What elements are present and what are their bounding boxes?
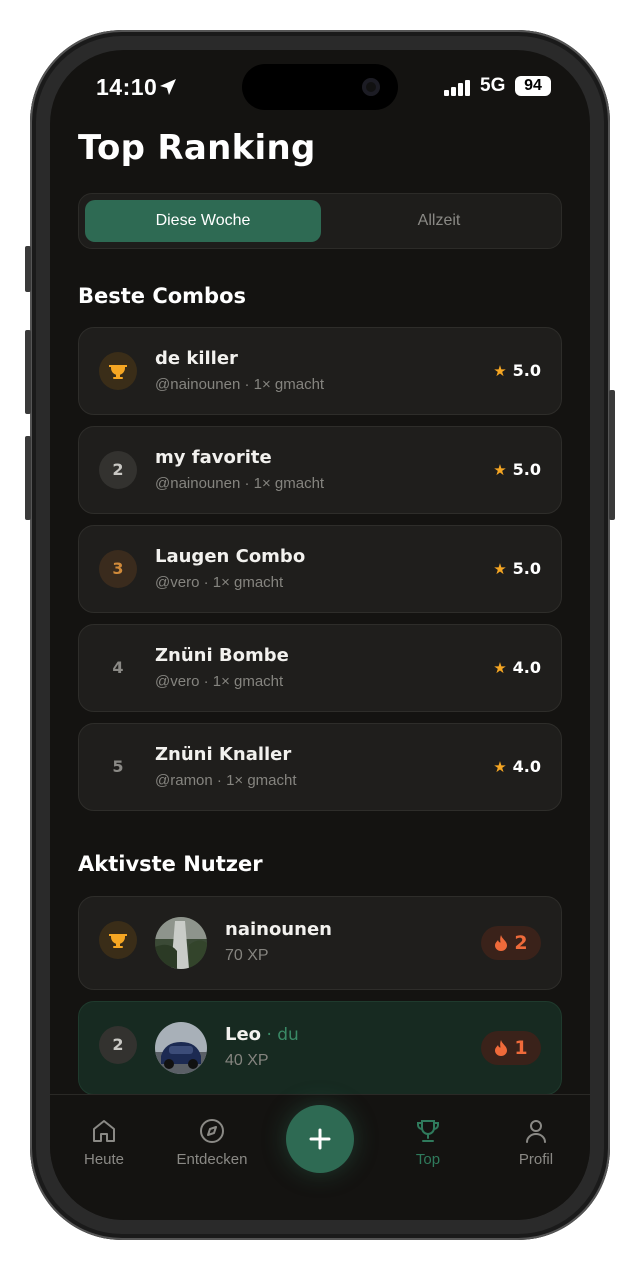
streak-badge: 1 — [481, 1031, 541, 1065]
tab-profil[interactable]: Profil — [491, 1117, 581, 1168]
flame-icon — [495, 1040, 508, 1056]
star-icon: ★ — [493, 758, 507, 776]
combo-name: Znüni Bombe — [155, 645, 289, 666]
trophy-icon — [417, 1120, 439, 1142]
period-segmented-control: Diese Woche Allzeit — [78, 193, 562, 249]
combo-meta: @vero · 1× gmacht — [155, 574, 284, 591]
star-icon: ★ — [493, 461, 507, 479]
compass-icon — [200, 1119, 224, 1143]
status-bar: 14:10 5G 94 — [50, 74, 590, 104]
avatar — [155, 1022, 207, 1074]
combo-meta: @nainounen · 1× gmacht — [155, 376, 325, 393]
combo-rating: ★ 4.0 — [493, 757, 541, 776]
combo-rating: ★ 5.0 — [493, 559, 541, 578]
combo-rating: ★ 4.0 — [493, 658, 541, 677]
power-button — [609, 390, 615, 520]
tab-entdecken[interactable]: Entdecken — [167, 1117, 257, 1168]
section-heading-combos: Beste Combos — [78, 284, 247, 308]
avatar — [155, 917, 207, 969]
rank-badge: 2 — [99, 1026, 137, 1064]
streak-badge: 2 — [481, 926, 541, 960]
add-combo-button[interactable] — [286, 1105, 354, 1173]
combo-meta: @ramon · 1× gmacht — [155, 772, 297, 789]
combo-card[interactable]: de killer @nainounen · 1× gmacht ★ 5.0 — [78, 327, 562, 415]
star-icon: ★ — [493, 362, 507, 380]
combo-meta: @vero · 1× gmacht — [155, 673, 284, 690]
tab-heute[interactable]: Heute — [59, 1117, 149, 1168]
flame-icon — [495, 935, 508, 951]
user-xp: 40 XP — [225, 1052, 269, 1069]
user-icon — [526, 1120, 546, 1143]
segment-all-time[interactable]: Allzeit — [321, 200, 557, 242]
segment-this-week[interactable]: Diese Woche — [85, 200, 321, 242]
user-card[interactable]: nainounen 70 XP 2 — [78, 896, 562, 990]
combo-meta: @nainounen · 1× gmacht — [155, 475, 325, 492]
battery-indicator: 94 — [515, 76, 551, 96]
star-icon: ★ — [493, 560, 507, 578]
combo-card[interactable]: 3 Laugen Combo @vero · 1× gmacht ★ 5.0 — [78, 525, 562, 613]
location-arrow-icon — [160, 79, 176, 95]
combo-rating: ★ 5.0 — [493, 460, 541, 479]
you-label: · du — [261, 1025, 299, 1045]
rank-badge: 4 — [112, 658, 124, 677]
trophy-badge — [99, 352, 137, 390]
bottom-tab-bar: Heute Entdecken Top Profil — [50, 1094, 590, 1220]
rank-badge: 5 — [112, 757, 124, 776]
trophy-icon — [109, 365, 127, 379]
combo-name: Laugen Combo — [155, 546, 306, 567]
trophy-badge — [99, 921, 137, 959]
page-title: Top Ranking — [78, 128, 316, 168]
user-name: nainounen — [225, 919, 332, 940]
combo-rating: ★ 5.0 — [493, 361, 541, 380]
user-xp: 70 XP — [225, 947, 269, 964]
volume-down-button — [25, 436, 31, 520]
tab-top[interactable]: Top — [383, 1117, 473, 1168]
star-icon: ★ — [493, 659, 507, 677]
action-button — [25, 246, 31, 292]
combo-card[interactable]: 4 Znüni Bombe @vero · 1× gmacht ★ 4.0 — [78, 624, 562, 712]
signal-icon — [444, 80, 470, 96]
combo-name: Znüni Knaller — [155, 744, 292, 765]
user-card-current[interactable]: 2 Leo · du 40 XP 1 — [78, 1001, 562, 1095]
user-name: Leo · du — [225, 1024, 299, 1045]
volume-up-button — [25, 330, 31, 414]
screen: 14:10 5G 94 Top Ranking Diese Woche Allz… — [50, 50, 590, 1220]
combo-name: de killer — [155, 348, 238, 369]
plus-icon — [309, 1128, 331, 1150]
status-time: 14:10 — [96, 74, 158, 100]
rank-badge: 3 — [99, 550, 137, 588]
home-icon — [93, 1120, 115, 1142]
combo-card[interactable]: 5 Znüni Knaller @ramon · 1× gmacht ★ 4.0 — [78, 723, 562, 811]
combo-name: my favorite — [155, 447, 272, 468]
network-type: 5G — [480, 75, 506, 96]
section-heading-users: Aktivste Nutzer — [78, 852, 263, 876]
rank-badge: 2 — [99, 451, 137, 489]
combo-card[interactable]: 2 my favorite @nainounen · 1× gmacht ★ 5.… — [78, 426, 562, 514]
trophy-icon — [109, 934, 127, 948]
